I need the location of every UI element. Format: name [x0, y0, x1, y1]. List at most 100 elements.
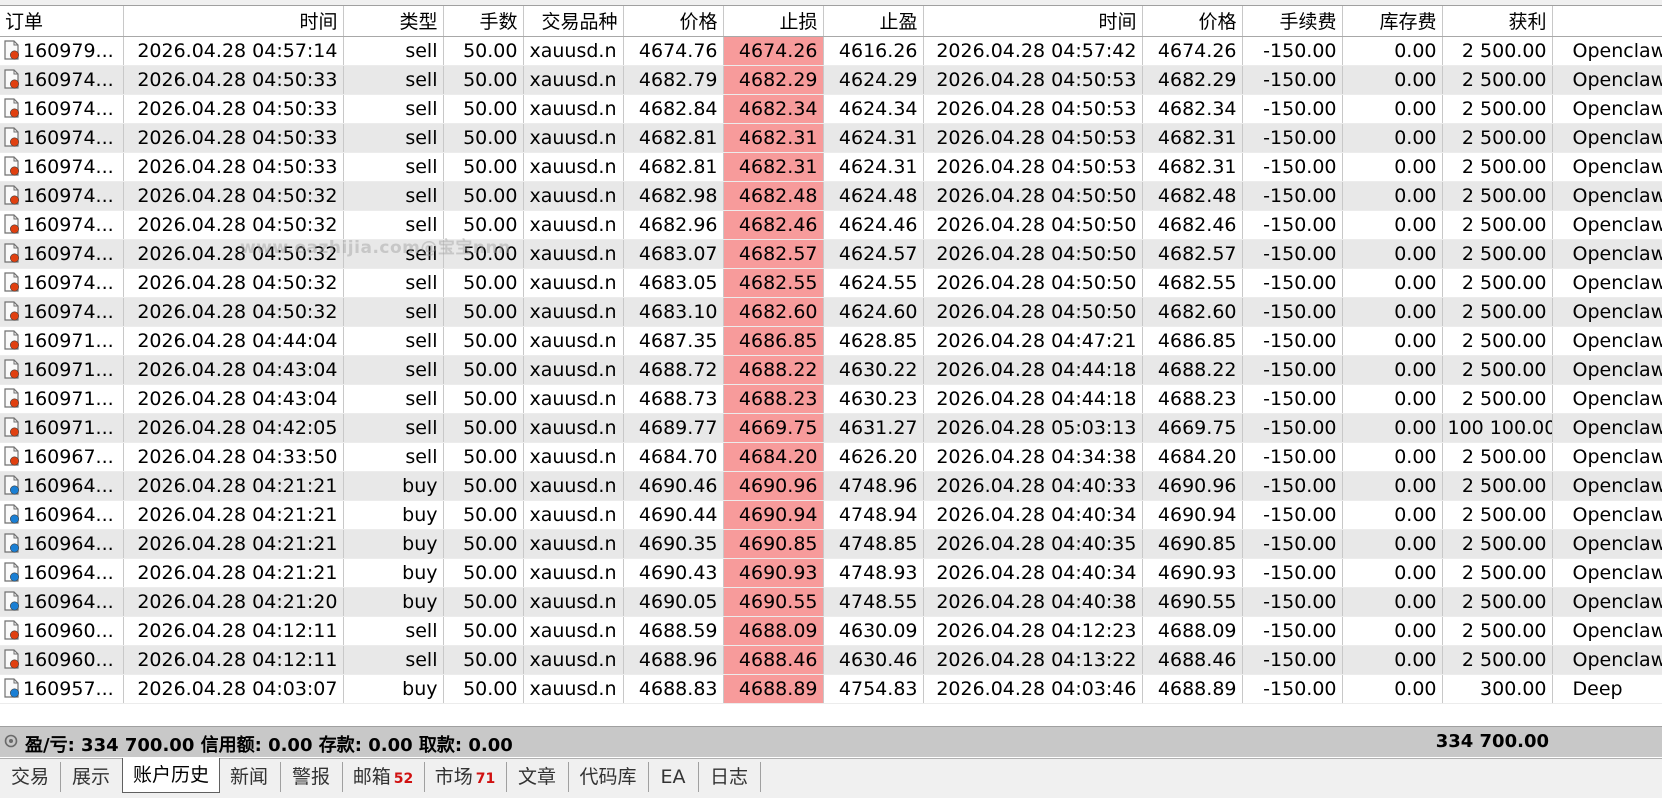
cell-open-time: 2026.04.28 04:50:32	[123, 297, 344, 327]
col-header-swap[interactable]: 库存费	[1342, 6, 1443, 37]
cell-type: sell	[343, 326, 444, 356]
col-header-close-time[interactable]: 时间	[923, 6, 1143, 37]
cell-symbol: xauusd.n	[523, 297, 624, 327]
table-row[interactable]: 160971... 2026.04.28 04:43:04 sell 50.00 xau…	[0, 355, 1662, 385]
col-header-type[interactable]: 类型	[343, 6, 444, 37]
cell-profit: 2 500.00	[1442, 384, 1553, 414]
cell-close-price: 4690.96	[1142, 471, 1243, 501]
table-row[interactable]: 160974... 2026.04.28 04:50:32 sell 50.00 xau…	[0, 239, 1662, 269]
table-row[interactable]: 160971... 2026.04.28 04:43:04 sell 50.00 xau…	[0, 384, 1662, 414]
table-row[interactable]: 160964... 2026.04.28 04:21:21 buy 50.00 xauu…	[0, 529, 1662, 559]
tab-9[interactable]: EA	[648, 762, 699, 792]
table-header-row: 订单 时间 类型 手数 交易品种 价格 止损 止盈 时间 价格 手续费 库存费 …	[0, 6, 1662, 37]
cell-open-time: 2026.04.28 04:43:04	[123, 384, 344, 414]
cell-close-price: 4688.23	[1142, 384, 1243, 414]
tab-label: 新闻	[229, 766, 268, 788]
tab-label: 展示	[71, 766, 110, 788]
cell-close-price: 4688.46	[1142, 645, 1243, 675]
col-header-profit[interactable]: 获利	[1442, 6, 1553, 37]
table-row[interactable]: 160964... 2026.04.28 04:21:21 buy 50.00 xauu…	[0, 500, 1662, 530]
cell-sl: 4684.20	[723, 442, 824, 472]
cell-comment: Openclaw	[1552, 442, 1662, 472]
cell-commission: -150.00	[1242, 558, 1343, 588]
order-doc-red-icon	[4, 40, 19, 60]
cell-tp: 4624.46	[823, 210, 924, 240]
table-row[interactable]: 160974... 2026.04.28 04:50:32 sell 50.00 xau…	[0, 181, 1662, 211]
table-row[interactable]: 160964... 2026.04.28 04:21:21 buy 50.00 xauu…	[0, 558, 1662, 588]
col-header-order[interactable]: 订单	[0, 6, 124, 37]
tab-3[interactable]: 新闻	[218, 762, 281, 792]
cell-order: 160964...	[0, 529, 124, 559]
cell-open-price: 4682.81	[623, 123, 724, 153]
table-row[interactable]: 160979... 2026.04.28 04:57:14 sell 50.00 xau…	[0, 36, 1662, 66]
cell-type: sell	[343, 94, 444, 124]
cell-symbol: xauusd.n	[523, 152, 624, 182]
cell-close-time: 2026.04.28 04:50:53	[923, 123, 1143, 153]
tab-0[interactable]: 交易	[0, 762, 61, 792]
tab-4[interactable]: 警报	[280, 762, 343, 792]
cell-open-price: 4682.96	[623, 210, 724, 240]
cell-sl: 4674.26	[723, 36, 824, 66]
col-header-commission[interactable]: 手续费	[1242, 6, 1343, 37]
cell-comment: Openclaw	[1552, 297, 1662, 327]
cell-open-price: 4690.46	[623, 471, 724, 501]
table-row[interactable]: 160957... 2026.04.28 04:03:07 buy 50.00 xauu…	[0, 674, 1662, 704]
table-row[interactable]: 160974... 2026.04.28 04:50:32 sell 50.00 xau…	[0, 297, 1662, 327]
cell-swap: 0.00	[1342, 210, 1443, 240]
table-row[interactable]: 160960... 2026.04.28 04:12:11 sell 50.00 xau…	[0, 616, 1662, 646]
order-id: 160974...	[23, 243, 114, 265]
cell-open-time: 2026.04.28 04:21:21	[123, 529, 344, 559]
cell-swap: 0.00	[1342, 152, 1443, 182]
cell-symbol: xauusd.n	[523, 558, 624, 588]
col-header-open-time[interactable]: 时间	[123, 6, 344, 37]
cell-tp: 4626.20	[823, 442, 924, 472]
cell-swap: 0.00	[1342, 558, 1443, 588]
cell-open-time: 2026.04.28 04:21:21	[123, 500, 344, 530]
cell-open-price: 4688.96	[623, 645, 724, 675]
cell-order: 160974...	[0, 123, 124, 153]
table-row[interactable]: 160974... 2026.04.28 04:50:33 sell 50.00 xau…	[0, 152, 1662, 182]
cell-open-price: 4682.81	[623, 152, 724, 182]
table-row[interactable]: 160974... 2026.04.28 04:50:33 sell 50.00 xau…	[0, 94, 1662, 124]
col-header-tp[interactable]: 止盈	[823, 6, 924, 37]
cell-comment: Openclaw	[1552, 210, 1662, 240]
table-row[interactable]: 160974... 2026.04.28 04:50:32 sell 50.00 xau…	[0, 210, 1662, 240]
cell-type: sell	[343, 442, 444, 472]
cell-open-price: 4689.77	[623, 413, 724, 443]
summary-bar: 盈/亏: 334 700.00 信用额: 0.00 存款: 0.00 取款: 0…	[0, 726, 1662, 757]
tab-5[interactable]: 邮箱 52	[342, 762, 425, 792]
col-header-symbol[interactable]: 交易品种	[523, 6, 624, 37]
table-row[interactable]: 160964... 2026.04.28 04:21:20 buy 50.00 xauu…	[0, 587, 1662, 617]
table-row[interactable]: 160974... 2026.04.28 04:50:33 sell 50.00 xau…	[0, 123, 1662, 153]
order-id: 160957...	[23, 678, 114, 700]
cell-volume: 50.00	[443, 500, 524, 530]
col-header-close-price[interactable]: 价格	[1142, 6, 1243, 37]
table-row[interactable]: 160974... 2026.04.28 04:50:33 sell 50.00 xau…	[0, 65, 1662, 95]
cell-tp: 4624.48	[823, 181, 924, 211]
cell-tp: 4624.31	[823, 152, 924, 182]
cell-symbol: xauusd.n	[523, 500, 624, 530]
cell-volume: 50.00	[443, 268, 524, 298]
col-header-volume[interactable]: 手数	[443, 6, 524, 37]
cell-tp: 4624.57	[823, 239, 924, 269]
cell-sl: 4682.31	[723, 152, 824, 182]
tab-8[interactable]: 代码库	[568, 762, 649, 792]
table-row[interactable]: 160967... 2026.04.28 04:33:50 sell 50.00 xau…	[0, 442, 1662, 472]
cell-close-price: 4690.55	[1142, 587, 1243, 617]
cell-order: 160974...	[0, 152, 124, 182]
order-doc-red-icon	[4, 243, 19, 263]
tab-1[interactable]: 展示	[60, 762, 123, 792]
tab-2[interactable]: 账户历史	[122, 758, 220, 793]
cell-order: 160971...	[0, 413, 124, 443]
tab-10[interactable]: 日志	[698, 762, 761, 792]
tab-6[interactable]: 市场 71	[424, 762, 507, 792]
tab-7[interactable]: 文章	[506, 762, 569, 792]
table-row[interactable]: 160974... 2026.04.28 04:50:32 sell 50.00 xau…	[0, 268, 1662, 298]
table-row[interactable]: 160964... 2026.04.28 04:21:21 buy 50.00 xauu…	[0, 471, 1662, 501]
table-row[interactable]: 160971... 2026.04.28 04:42:05 sell 50.00 xau…	[0, 413, 1662, 443]
table-row[interactable]: 160960... 2026.04.28 04:12:11 sell 50.00 xau…	[0, 645, 1662, 675]
col-header-comment[interactable]	[1552, 6, 1662, 37]
col-header-sl[interactable]: 止损	[723, 6, 824, 37]
table-row[interactable]: 160971... 2026.04.28 04:44:04 sell 50.00 xau…	[0, 326, 1662, 356]
col-header-open-price[interactable]: 价格	[623, 6, 724, 37]
